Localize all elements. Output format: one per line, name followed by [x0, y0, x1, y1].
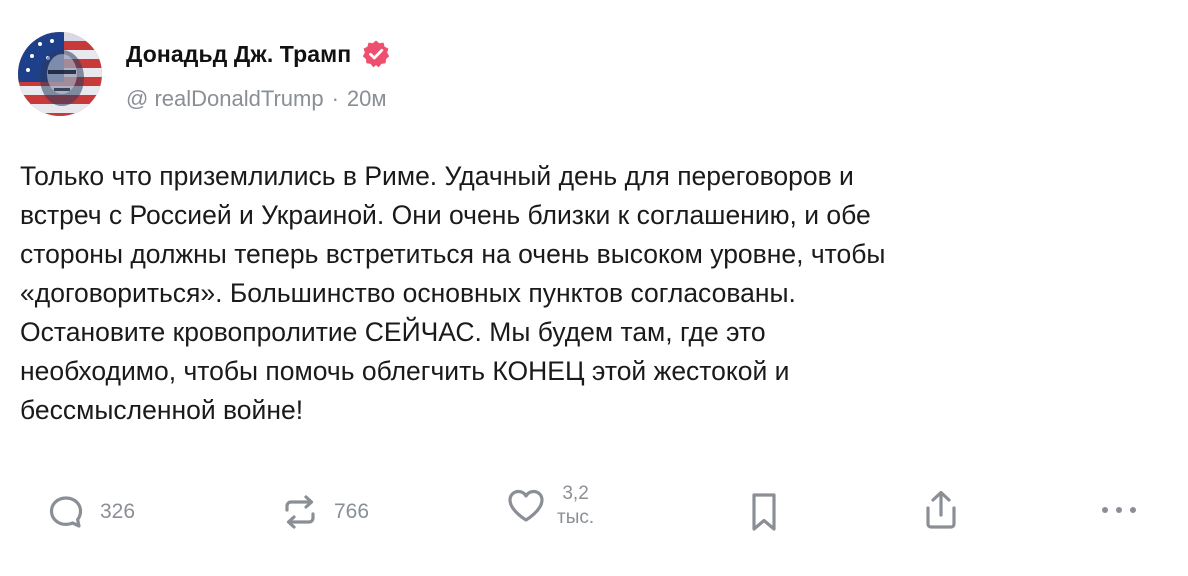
like-count-unit: тыс. — [557, 507, 595, 528]
post-header: Донадьд Дж. Трамп @ realDonaldTrump · 20… — [18, 32, 391, 122]
share-icon — [920, 488, 962, 532]
like-button[interactable]: 3,2 тыс. — [505, 482, 594, 530]
name-row: Донадьд Дж. Трамп — [126, 38, 391, 70]
display-name[interactable]: Донадьд Дж. Трамп — [126, 41, 351, 68]
avatar-image — [18, 32, 102, 116]
repost-button[interactable]: 766 — [280, 492, 369, 532]
reply-count: 326 — [100, 500, 136, 523]
timestamp[interactable]: 20м — [347, 86, 387, 112]
separator: · — [331, 86, 339, 111]
repost-count: 766 — [334, 500, 370, 523]
post-card: Донадьд Дж. Трамп @ realDonaldTrump · 20… — [0, 0, 1188, 576]
like-count-value: 3,2 — [562, 483, 589, 504]
verified-badge-icon — [361, 39, 391, 69]
action-bar: 326 766 3,2 тыс. — [0, 478, 1188, 548]
author-meta: Донадьд Дж. Трамп @ realDonaldTrump · 20… — [126, 32, 391, 112]
reply-button[interactable]: 326 — [46, 492, 135, 532]
post-text: Только что приземлились в Риме. Удачный … — [20, 161, 886, 425]
bookmark-button[interactable] — [744, 490, 784, 534]
reply-icon — [46, 492, 86, 532]
handle[interactable]: @ realDonaldTrump — [126, 86, 324, 112]
more-icon — [1098, 498, 1140, 522]
heart-icon — [505, 486, 547, 526]
more-button[interactable] — [1098, 498, 1140, 522]
repost-icon — [280, 492, 320, 532]
bookmark-icon — [744, 490, 784, 534]
share-button[interactable] — [920, 488, 962, 532]
like-count: 3,2 тыс. — [557, 482, 594, 530]
handle-row: @ realDonaldTrump · 20м — [126, 86, 391, 112]
avatar[interactable] — [18, 32, 102, 116]
